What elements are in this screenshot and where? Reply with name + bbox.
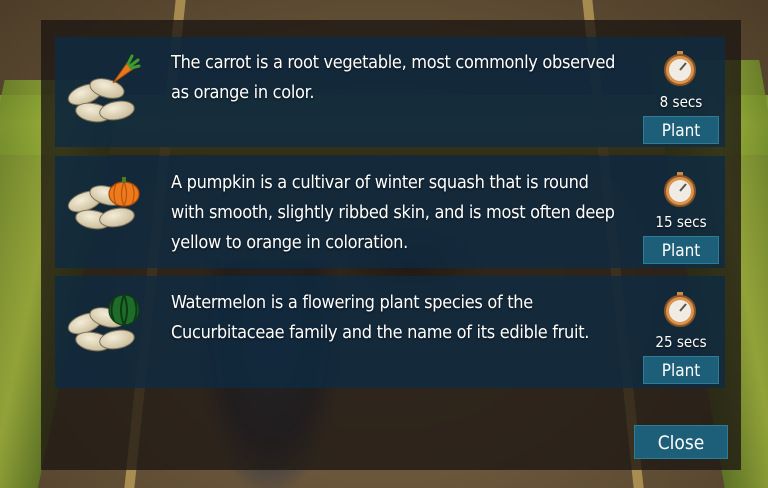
crop-icon-area xyxy=(55,276,155,388)
plant-button[interactable]: Plant xyxy=(643,116,719,144)
crop-row-carrot: The carrot is a root vegetable, most com… xyxy=(55,37,725,147)
stopwatch-icon xyxy=(664,172,696,207)
crop-side-panel: 8 secs Plant xyxy=(643,37,719,147)
grow-time: 25 secs xyxy=(655,333,707,351)
watermelon-icon xyxy=(108,294,140,326)
crop-description: The carrot is a root vegetable, most com… xyxy=(171,52,616,103)
crop-description: Watermelon is a flowering plant species … xyxy=(171,292,590,343)
stopwatch-icon xyxy=(664,292,696,327)
grow-time: 8 secs xyxy=(659,93,703,111)
crop-row-watermelon: Watermelon is a flowering plant species … xyxy=(55,276,725,388)
plant-button[interactable]: Plant xyxy=(643,356,719,384)
crop-side-panel: 15 secs Plant xyxy=(643,156,719,268)
grow-time: 15 secs xyxy=(655,213,707,231)
crop-description: A pumpkin is a cultivar of winter squash… xyxy=(171,172,615,253)
close-button[interactable]: Close xyxy=(634,425,728,459)
carrot-icon xyxy=(112,54,141,84)
crop-side-panel: 25 secs Plant xyxy=(643,276,719,388)
stopwatch-icon xyxy=(664,51,696,86)
crop-icon-area xyxy=(55,37,155,147)
plant-button[interactable]: Plant xyxy=(643,236,719,264)
crop-icon-area xyxy=(55,156,155,268)
crop-row-pumpkin: A pumpkin is a cultivar of winter squash… xyxy=(55,156,725,268)
pumpkin-icon xyxy=(108,177,140,207)
